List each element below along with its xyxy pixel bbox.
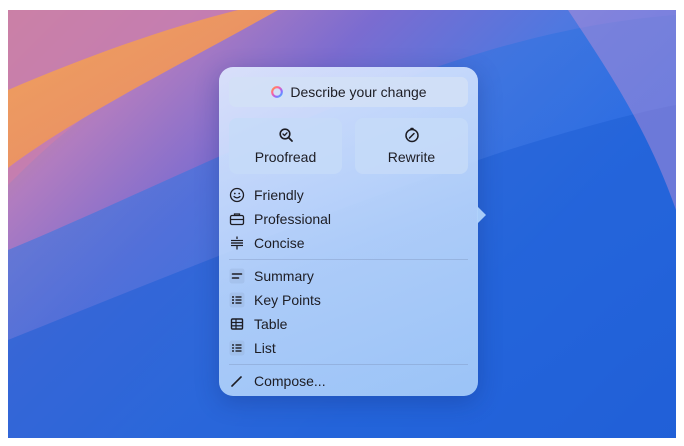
writing-tools-panel: Describe your change Proofread Rewrite F… [219, 67, 478, 396]
menu-item-label: Professional [254, 211, 332, 227]
apple-intelligence-icon [271, 86, 284, 98]
smiley-icon [229, 187, 245, 203]
numbered-list-icon [229, 340, 245, 356]
magnifier-check-icon [278, 128, 293, 142]
menu-item-key-points[interactable]: Key Points [229, 289, 468, 311]
menu-item-label: Summary [254, 268, 314, 284]
menu-item-compose[interactable]: Compose... [229, 370, 468, 392]
menu-divider [229, 364, 468, 365]
divide-icon [229, 235, 245, 251]
menu-item-list[interactable]: List [229, 337, 468, 359]
menu-item-label: List [254, 340, 276, 356]
menu-item-friendly[interactable]: Friendly [229, 184, 468, 206]
menu-item-label: Concise [254, 235, 305, 251]
menu-item-table[interactable]: Table [229, 313, 468, 335]
rewrite-label: Rewrite [387, 149, 436, 165]
describe-change-label: Describe your change [290, 84, 427, 100]
menu-item-summary[interactable]: Summary [229, 265, 468, 287]
summary-icon [229, 268, 245, 284]
proofread-label: Proofread [254, 149, 317, 165]
menu-item-label: Friendly [254, 187, 304, 203]
menu-item-professional[interactable]: Professional [229, 208, 468, 230]
menu-item-label: Table [254, 316, 288, 332]
menu-item-label: Compose... [254, 373, 326, 389]
proofread-button[interactable]: Proofread [229, 118, 342, 174]
bullet-list-icon [229, 292, 245, 308]
table-icon [229, 316, 245, 332]
compose-pen-icon [229, 373, 245, 389]
describe-change-field[interactable]: Describe your change [229, 77, 468, 107]
panel-pointer [477, 206, 486, 224]
rewrite-dial-icon [404, 127, 419, 143]
menu-divider [229, 259, 468, 260]
rewrite-button[interactable]: Rewrite [355, 118, 468, 174]
briefcase-icon [229, 211, 245, 227]
menu-item-label: Key Points [254, 292, 321, 308]
menu-item-concise[interactable]: Concise [229, 232, 468, 254]
